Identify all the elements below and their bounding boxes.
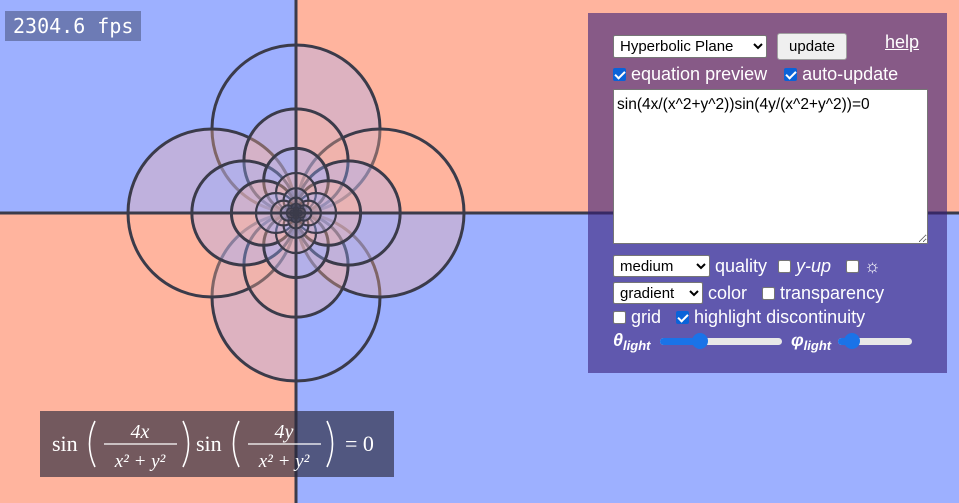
- equation-preview-checkbox[interactable]: [613, 68, 626, 81]
- control-panel: Hyperbolic Plane update help equation pr…: [588, 13, 947, 373]
- mode-select[interactable]: Hyperbolic Plane: [613, 35, 767, 58]
- sin-2: sin: [196, 431, 222, 456]
- equation-preview-box: sin 4x x² + y² sin 4y x² + y² = 0: [40, 411, 394, 477]
- numerator-1: 4x: [131, 421, 150, 443]
- auto-update-checkbox[interactable]: [784, 68, 798, 81]
- light-checkbox[interactable]: [846, 259, 860, 273]
- equation-preview-label: equation preview: [631, 64, 768, 84]
- color-select[interactable]: gradient: [613, 282, 703, 304]
- auto-update-label: auto-update: [802, 64, 899, 84]
- grid-label: grid: [631, 307, 662, 327]
- fps-counter: 2304.6 fps: [5, 11, 142, 41]
- equation-input[interactable]: sin(4x/(x^2+y^2))sin(4y/(x^2+y^2))=0: [613, 89, 928, 244]
- transparency-checkbox[interactable]: [762, 286, 776, 300]
- quality-select[interactable]: medium: [613, 255, 710, 277]
- highlight-discontinuity-checkbox[interactable]: [676, 311, 690, 324]
- help-link[interactable]: help: [885, 32, 919, 53]
- update-button[interactable]: update: [777, 33, 847, 60]
- grid-checkbox[interactable]: [613, 311, 626, 324]
- transparency-label: transparency: [780, 282, 885, 303]
- y-up-checkbox[interactable]: [778, 259, 792, 273]
- denominator-2: x² + y²: [258, 451, 310, 472]
- theta-light-slider[interactable]: [660, 333, 782, 349]
- denominator-1: x² + y²: [114, 451, 166, 472]
- equals-zero: = 0: [345, 431, 374, 456]
- sin-1: sin: [52, 431, 78, 456]
- highlight-discontinuity-label: highlight discontinuity: [694, 307, 866, 327]
- y-up-label: y-up: [796, 255, 832, 276]
- numerator-2: 4y: [275, 421, 294, 443]
- sun-icon: ☼: [864, 255, 881, 276]
- theta-light-label: θlight: [613, 330, 651, 353]
- quality-label: quality: [715, 255, 768, 276]
- phi-light-label: φlight: [791, 330, 832, 353]
- color-label: color: [708, 282, 748, 303]
- phi-light-slider[interactable]: [838, 333, 912, 349]
